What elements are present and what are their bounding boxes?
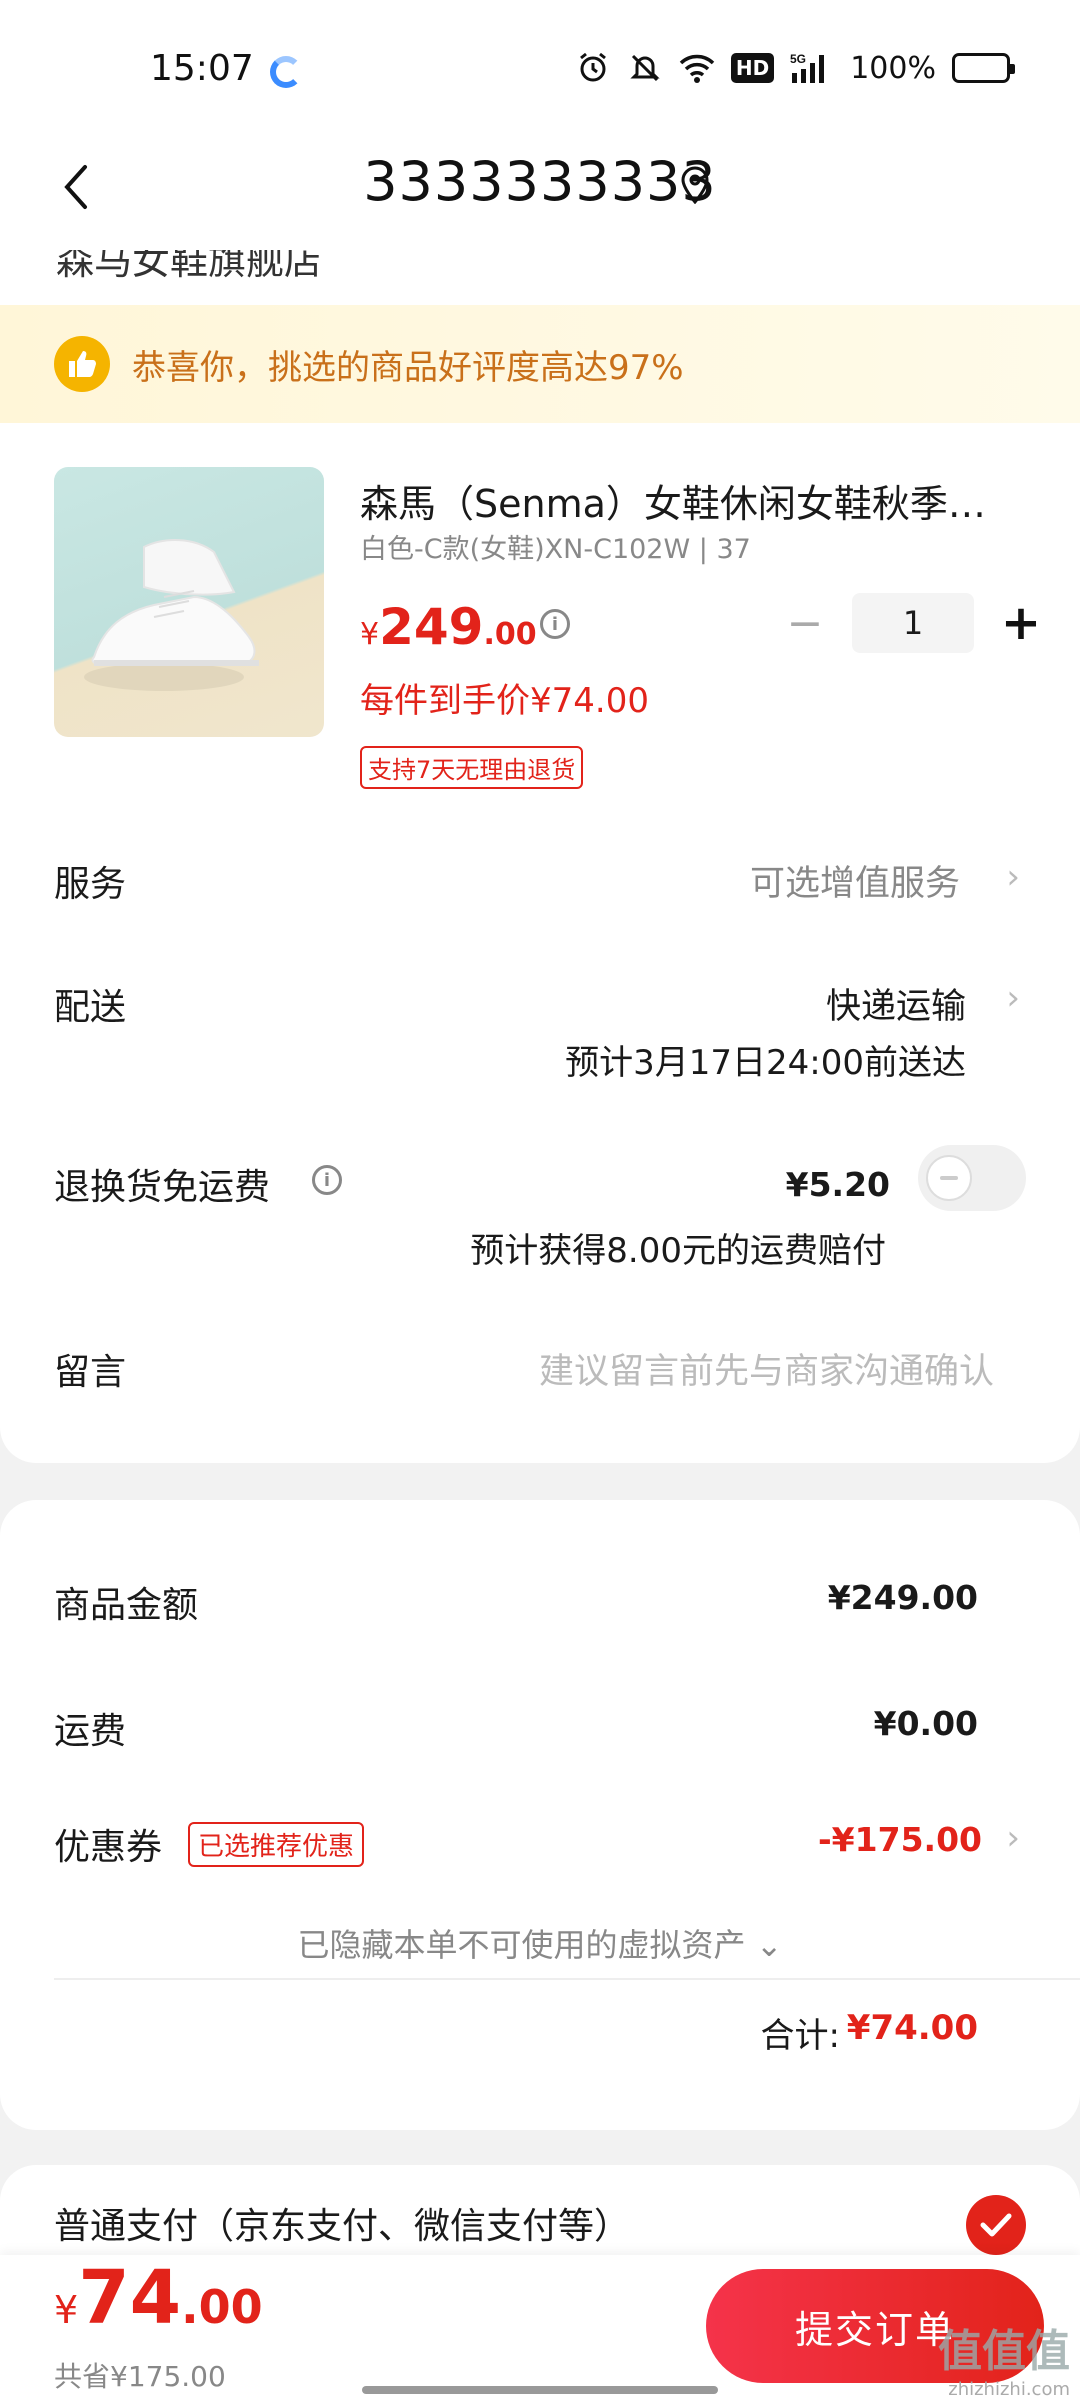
return-shipping-info-icon[interactable]: i [312,1165,342,1195]
hidden-assets-toggle[interactable]: 已隐藏本单不可使用的虚拟资产 ⌄ [0,1920,1080,1966]
battery-icon [952,53,1015,83]
service-label: 服务 [54,864,127,905]
home-indicator[interactable] [362,2386,718,2394]
bottom-total-price: ¥74.00 [54,2255,263,2341]
watermark-url: zhizhizhi.com [948,2379,1070,2400]
alarm-icon [575,50,611,86]
saved-amount: 共省¥175.00 [54,2360,226,2393]
goods-amount-label: 商品金额 [54,1585,199,1626]
bottom-total-integer: 74 [78,2255,182,2341]
delivery-eta: 预计3月17日24:00前送达 [565,1043,966,1083]
payment-method-label: 普通支付（京东支付、微信支付等） [54,2206,631,2247]
thumbs-up-icon [54,336,110,392]
wifi-icon [679,50,715,86]
delivery-value: 快递运输 [825,987,966,1027]
address-text: 森马女鞋旗舰店 [56,250,323,283]
banner-text: 恭喜你，挑选的商品好评度高达97% [132,347,684,388]
qty-input[interactable]: 1 [852,593,974,653]
chevron-right-icon: › [1006,857,1020,897]
product-image[interactable] [54,467,324,737]
message-input[interactable]: 建议留言前先与商家沟通确认 [539,1343,994,1394]
order-item-card: 森馬（Senma）女鞋休闲女鞋秋季新款小白鞋 白色-C款(女鞋)XN-C102W… [0,423,1080,1463]
coupon-tag: 已选推荐优惠 [188,1822,365,1867]
goods-amount: ¥249.00 [827,1578,978,1617]
return-shipping-toggle[interactable] [918,1145,1026,1211]
hd-icon: HD [730,53,775,83]
return-shipping-label: 退换货免运费 [54,1167,271,1208]
address-strip[interactable]: 森马女鞋旗舰店 [0,250,1080,305]
coupon-label: 优惠券 [54,1827,163,1868]
bottom-total-decimal: .00 [181,2280,263,2334]
total-amount: ¥74.00 [846,2008,978,2048]
bottom-currency: ¥ [54,2288,79,2332]
checkout-bar: ¥74.00 共省¥175.00 提交订单 值值值 zhizhizhi.com [0,2255,1080,2400]
message-label: 留言 [54,1352,127,1393]
watermark-logo: 值值值 [938,2326,1070,2377]
divider [54,1978,1080,1980]
status-icons: HD 5G 100% [575,50,1015,86]
qty-minus-button[interactable]: − [780,593,830,653]
check-icon[interactable] [966,2195,1026,2255]
status-bar: 15:07 HD 5G 100% [0,0,1080,130]
toggle-knob [926,1155,972,1201]
price-info-icon[interactable]: i [540,609,570,639]
product-title[interactable]: 森馬（Senma）女鞋休闲女鞋秋季新款小白鞋 [360,473,1020,528]
signal-icon: 5G [790,50,834,86]
sync-icon [270,56,302,88]
rating-banner: 恭喜你，挑选的商品好评度高达97% [0,305,1080,423]
delivery-label: 配送 [54,987,127,1028]
price-summary-card: 商品金额 ¥249.00 运费 ¥0.00 优惠券 已选推荐优惠 -¥175.0… [0,1500,1080,2130]
price-decimal: .00 [483,617,537,652]
top-nav-bar: 3333333333 [0,130,1080,250]
quantity-stepper: − 1 + [780,593,1046,653]
chevron-right-icon: › [1006,978,1020,1018]
battery-percent: 100% [850,50,936,86]
price-integer: 249 [379,598,484,656]
shipping-amount: ¥0.00 [873,1704,978,1743]
mute-bell-icon [627,50,663,86]
return-policy-tag: 支持7天无理由退货 [360,746,584,789]
price-currency: ¥ [360,617,380,652]
chevron-right-icon: › [1006,1818,1020,1858]
chevron-down-icon: ⌄ [755,1926,783,1964]
watermark: 值值值 zhizhizhi.com [938,2315,1070,2400]
product-spec: 白色-C款(女鞋)XN-C102W | 37 [360,534,751,565]
coupon-amount: -¥175.00 [817,1820,982,1859]
hidden-assets-text: 已隐藏本单不可使用的虚拟资产 [297,1926,746,1964]
service-value: 可选增值服务 [749,864,960,904]
return-shipping-price: ¥5.20 [785,1165,890,1204]
shipping-label: 运费 [54,1711,127,1752]
svg-text:5G: 5G [790,52,806,66]
location-pin-icon[interactable] [680,166,710,208]
product-price: ¥249.00 [360,598,537,656]
total-label: 合计: [760,2016,840,2056]
qty-plus-button[interactable]: + [996,593,1046,653]
return-shipping-note: 预计获得8.00元的运费赔付 [470,1231,886,1271]
status-time: 15:07 [150,48,254,89]
page-title: 3333333333 [363,150,717,213]
per-item-price: 每件到手价¥74.00 [360,681,649,721]
